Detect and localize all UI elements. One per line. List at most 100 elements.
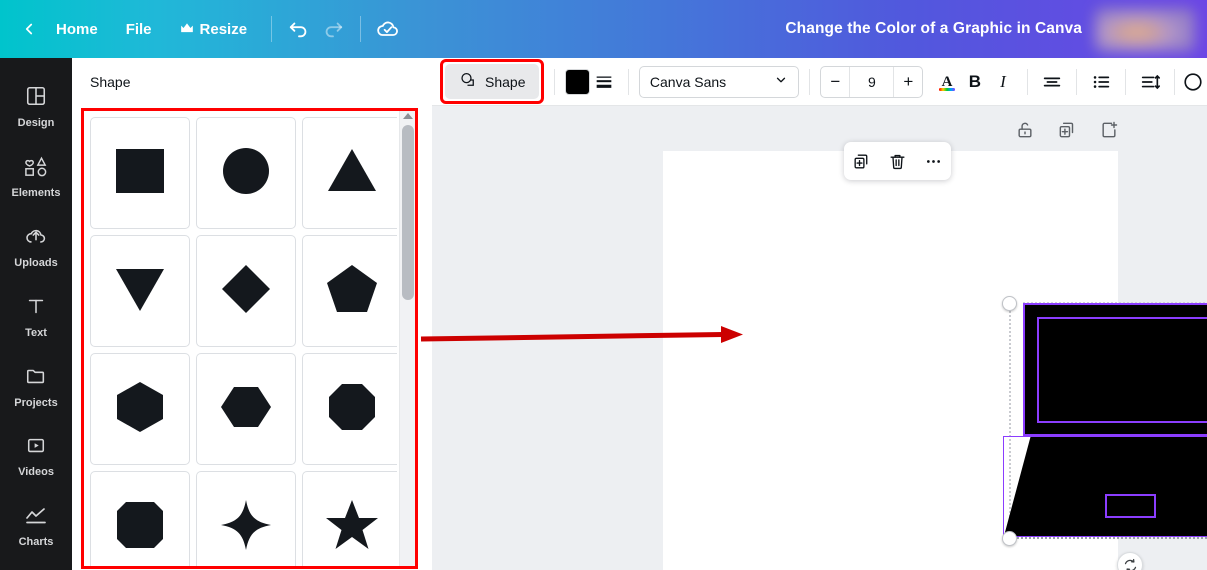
hexagon-horizontal-icon: [218, 379, 274, 440]
sidebar-item-label: Projects: [14, 397, 58, 409]
divider-6: [1125, 68, 1126, 95]
shape-button-highlight: Shape: [440, 59, 545, 104]
font-family-value: Canva Sans: [649, 73, 727, 90]
fill-color-swatch[interactable]: [565, 68, 590, 95]
design-icon: [25, 85, 47, 112]
cut-corner-square-shape-cell[interactable]: [90, 471, 190, 566]
diamond-icon: [218, 261, 274, 322]
shape-grid-scroll-area: [84, 111, 397, 566]
sidebar-item-text[interactable]: Text: [0, 282, 72, 352]
resize-handle-top-left[interactable]: [1002, 296, 1017, 311]
divider-5: [1076, 68, 1077, 95]
lock-page-button[interactable]: [1015, 120, 1035, 145]
shape-button[interactable]: Shape: [445, 64, 540, 99]
hexagon-vertical-icon: [112, 379, 168, 440]
sidebar-item-uploads[interactable]: Uploads: [0, 212, 72, 282]
five-point-star-shape-cell[interactable]: [302, 471, 397, 566]
laptop-screen-shape[interactable]: [1037, 317, 1207, 423]
chevron-down-icon: [774, 73, 788, 90]
delete-element-button[interactable]: [888, 152, 907, 171]
home-label: Home: [56, 20, 98, 38]
toolbar-divider: [271, 16, 273, 42]
sidebar-item-label: Charts: [18, 536, 54, 548]
page-tools: [1015, 120, 1119, 145]
sidebar-item-label: Elements: [11, 187, 61, 199]
diamond-shape-cell[interactable]: [196, 235, 296, 347]
projects-folder-icon: [25, 365, 47, 392]
sidebar-item-projects[interactable]: Projects: [0, 352, 72, 422]
scroll-thumb[interactable]: [402, 125, 414, 300]
laptop-trackpad-shape[interactable]: [1104, 494, 1157, 519]
shape-grid: [90, 117, 397, 566]
videos-icon: [25, 436, 47, 461]
star-5-icon: [324, 497, 380, 558]
red-pointer-arrow: [420, 326, 743, 343]
pentagon-shape-cell[interactable]: [302, 235, 397, 347]
triangle-shape-cell[interactable]: [302, 117, 397, 229]
border-style-icon[interactable]: [590, 67, 618, 97]
octagon-shape-cell[interactable]: [302, 353, 397, 465]
text-color-icon[interactable]: A: [933, 67, 961, 97]
scroll-up-arrow-icon[interactable]: [402, 113, 413, 119]
triangle-up-icon: [324, 143, 380, 204]
duplicate-page-button[interactable]: [1057, 120, 1077, 145]
rotate-handle[interactable]: [1117, 552, 1143, 570]
sidebar-item-videos[interactable]: Videos: [0, 422, 72, 492]
top-navigation-bar: Home File Resize Change the Color of a G…: [0, 0, 1207, 58]
inverted-triangle-shape-cell[interactable]: [90, 235, 190, 347]
sidebar-item-label: Text: [25, 327, 47, 339]
toolbar-divider-2: [360, 16, 362, 42]
redo-icon[interactable]: [316, 12, 350, 46]
laptop-base-bounds[interactable]: [1003, 436, 1207, 537]
selection-bottom-edge: [1005, 537, 1207, 539]
sidebar-item-label: Uploads: [14, 257, 58, 269]
bold-button[interactable]: B: [961, 72, 989, 92]
uploads-icon: [24, 225, 48, 252]
divider-2: [627, 68, 629, 95]
shape-panel: Shape: [72, 58, 432, 570]
hexagon-vertical-shape-cell[interactable]: [90, 353, 190, 465]
circle-shape-cell[interactable]: [196, 117, 296, 229]
line-spacing-icon[interactable]: [1136, 67, 1164, 97]
font-family-select[interactable]: Canva Sans: [638, 65, 800, 98]
triangle-down-icon: [112, 261, 168, 322]
font-size-increase-button[interactable]: +: [894, 67, 922, 97]
sidebar-item-elements[interactable]: Elements: [0, 142, 72, 212]
undo-icon[interactable]: [282, 12, 316, 46]
resize-handle-bottom-left[interactable]: [1002, 531, 1017, 546]
divider-3: [809, 68, 811, 95]
font-size-decrease-button[interactable]: −: [821, 67, 849, 97]
square-shape-cell[interactable]: [90, 117, 190, 229]
square-icon: [112, 143, 168, 204]
bullet-list-icon[interactable]: [1087, 67, 1115, 97]
pentagon-icon: [324, 261, 380, 322]
italic-button[interactable]: I: [989, 72, 1017, 92]
more-element-options[interactable]: [924, 152, 943, 171]
more-options-icon[interactable]: [1179, 67, 1207, 97]
home-menu-item[interactable]: Home: [42, 15, 112, 44]
cloud-saved-icon[interactable]: [371, 12, 405, 46]
resize-label: Resize: [199, 20, 248, 38]
svg-text:A: A: [941, 74, 952, 90]
add-page-button[interactable]: [1099, 120, 1119, 145]
laptop-graphic-selection[interactable]: [1001, 296, 1207, 546]
charts-icon: [24, 506, 48, 531]
hexagon-horizontal-shape-cell[interactable]: [196, 353, 296, 465]
design-page[interactable]: www.websitebuilderinsider.com: [663, 151, 1207, 570]
divider-4: [1026, 68, 1028, 95]
laptop-lid-shape[interactable]: [1023, 303, 1207, 436]
shape-panel-scrollbar[interactable]: [399, 111, 415, 566]
font-size-input[interactable]: 9: [849, 66, 895, 97]
resize-menu-item[interactable]: Resize: [166, 15, 262, 44]
back-chevron-icon[interactable]: [16, 16, 42, 42]
file-menu-item[interactable]: File: [112, 15, 166, 44]
avatar[interactable]: [1095, 8, 1195, 52]
element-toolbar: Shape Canva Sans − 9 + A B I: [432, 58, 1207, 106]
text-icon: [25, 295, 47, 322]
four-point-star-shape-cell[interactable]: [196, 471, 296, 566]
sidebar-item-design[interactable]: Design: [0, 72, 72, 142]
duplicate-element-button[interactable]: [852, 152, 871, 171]
text-align-icon[interactable]: [1038, 67, 1066, 97]
left-sidebar-rail: Design Elements Uploads Text Projects Vi…: [0, 58, 72, 570]
sidebar-item-charts[interactable]: Charts: [0, 492, 72, 562]
